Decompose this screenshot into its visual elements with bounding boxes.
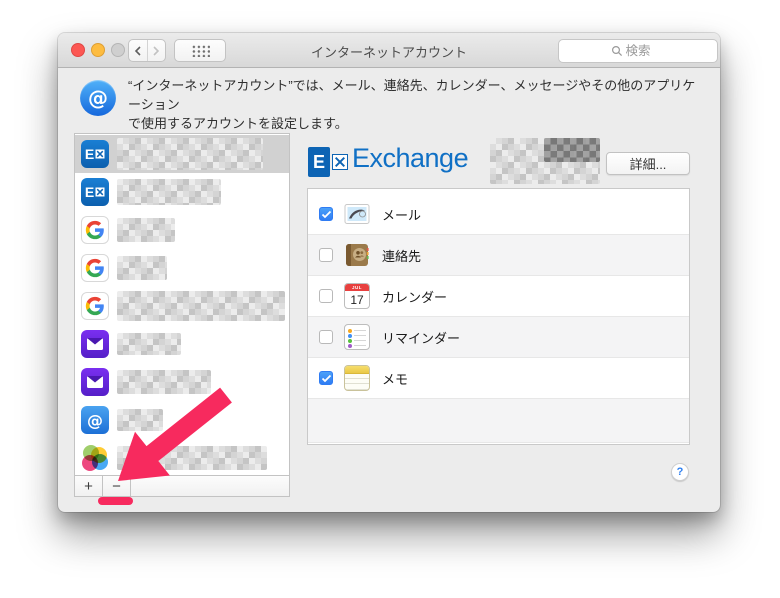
google-icon [81,216,109,244]
at-mail-icon: @ [81,406,109,434]
grid-icon [191,44,210,57]
redacted-account-name [117,256,167,280]
services-empty-area [308,399,689,443]
redacted-account-name [117,446,267,470]
google-icon [81,292,109,320]
redacted-account-name [117,370,211,394]
mail-checkbox[interactable] [319,207,333,221]
annotation-underline [98,497,133,505]
provider-name: Exchange [352,143,468,174]
search-input[interactable] [626,44,666,58]
add-account-button[interactable]: + [75,476,103,496]
window-title: インターネットアカウント [238,42,540,61]
sidebar-account-game-center[interactable] [75,439,289,476]
intro-line-2: で使用するアカウントを設定します。 [128,114,706,133]
exchange-icon: E [81,140,109,168]
sidebar-account-google-3[interactable] [75,287,289,325]
remove-account-button[interactable]: − [103,476,131,496]
service-label: カレンダー [382,287,447,306]
intro-line-1: “インターネットアカウント”では、メール、連絡先、カレンダー、メッセージやその他… [128,76,706,114]
zoom-button-disabled [111,43,125,57]
nav-history-group [128,39,166,62]
sidebar-account-exchange-2[interactable]: E [75,173,289,211]
sidebar-account-google-1[interactable] [75,211,289,249]
sidebar-account-exchange-1[interactable]: E [75,135,289,173]
redacted-account-detail [490,138,600,184]
contacts-app-icon [344,242,370,268]
sidebar-account-at-mail[interactable]: @ [75,401,289,439]
close-button[interactable] [71,43,85,57]
notes-checkbox[interactable] [319,371,333,385]
intro-description: “インターネットアカウント”では、メール、連絡先、カレンダー、メッセージやその他… [128,76,706,133]
minimize-button[interactable] [91,43,105,57]
redacted-account-name [117,333,181,355]
help-button[interactable]: ? [671,463,689,481]
service-row-mail: メール [308,194,689,235]
services-list: メール 連絡先 [307,188,690,445]
reminders-checkbox[interactable] [319,330,333,344]
calendar-checkbox[interactable] [319,289,333,303]
redacted-account-name [117,138,263,170]
calendar-app-icon: JUL 17 [344,283,370,309]
search-field[interactable] [558,39,718,63]
forward-button[interactable] [147,40,166,61]
sidebar-account-google-2[interactable] [75,249,289,287]
purple-mail-icon [81,330,109,358]
exchange-logo-icon: E [308,145,348,179]
service-label: メモ [382,369,408,388]
accounts-list: E E [75,134,289,476]
internet-accounts-window: インターネットアカウント @ “インターネットアカウント”では、メール、連絡先、… [58,33,720,512]
redacted-account-name [117,218,175,242]
game-center-icon [81,444,109,472]
redacted-account-detail-dark [544,138,600,162]
redacted-account-name [117,179,221,205]
service-row-calendar: JUL 17 カレンダー [308,276,689,317]
mail-app-icon [344,201,370,227]
title-bar: インターネットアカウント [58,33,720,68]
search-icon [611,45,623,57]
service-row-reminders: リマインダー [308,317,689,358]
sidebar-bottom-bar: + − [75,475,289,496]
sidebar-account-mail-1[interactable] [75,325,289,363]
service-row-notes: メモ [308,358,689,399]
contacts-checkbox[interactable] [319,248,333,262]
service-label: メール [382,205,421,224]
redacted-account-name [117,409,163,431]
internet-accounts-icon: @ [80,80,116,116]
sidebar-account-mail-2[interactable] [75,363,289,401]
notes-app-icon [344,365,370,391]
redacted-account-name [117,291,285,321]
service-label: リマインダー [382,328,460,347]
purple-mail-icon [81,368,109,396]
details-button[interactable]: 詳細... [606,152,690,175]
back-button[interactable] [129,40,147,61]
reminders-app-icon [344,324,370,350]
accounts-sidebar: E E [74,133,290,497]
exchange-icon: E [81,178,109,206]
google-icon [81,254,109,282]
service-row-contacts: 連絡先 [308,235,689,276]
at-glyph: @ [88,86,108,110]
service-label: 連絡先 [382,246,421,265]
show-all-button[interactable] [174,39,226,62]
